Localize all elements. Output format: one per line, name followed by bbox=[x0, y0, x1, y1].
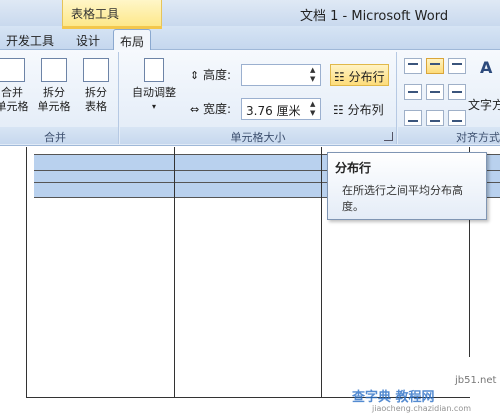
tooltip-body: 在所选行之间平均分布高度。 bbox=[342, 184, 463, 213]
autofit-dropdown-icon: ▾ bbox=[151, 102, 156, 111]
row-height-row: ⇕ 高度: bbox=[190, 66, 231, 88]
split-cells-label-2: 单元格 bbox=[37, 100, 71, 113]
merge-cells-button[interactable]: 合并 单元格 bbox=[0, 58, 32, 124]
watermark-corner: jb51.net bbox=[455, 375, 497, 386]
merge-cells-label-1: 合并 bbox=[1, 86, 23, 99]
distribute-rows-tooltip: 分布行 在所选行之间平均分布高度。 bbox=[327, 152, 487, 220]
merge-cells-icon bbox=[0, 58, 25, 82]
tab-layout[interactable]: 布局 bbox=[113, 29, 152, 51]
distribute-columns-button[interactable]: ☷ 分布列 bbox=[330, 98, 387, 120]
row-height-icon: ⇕ bbox=[190, 69, 200, 82]
watermark-url: jiaocheng.chazidian.com bbox=[372, 404, 472, 413]
align-middle-center-icon[interactable] bbox=[426, 84, 444, 100]
distribute-columns-icon: ☷ bbox=[333, 103, 344, 117]
merge-cells-label-2: 单元格 bbox=[0, 100, 29, 113]
ribbon-tabs: 开发工具 设计 布局 bbox=[0, 26, 500, 51]
autofit-label: 自动调整 bbox=[132, 86, 176, 99]
autofit-button[interactable]: 自动调整 ▾ bbox=[124, 58, 184, 124]
table-column-border bbox=[26, 147, 27, 397]
align-top-center-icon[interactable] bbox=[426, 58, 444, 74]
align-bottom-left-icon[interactable] bbox=[404, 110, 422, 126]
cell-size-group-label: 单元格大小 bbox=[120, 127, 396, 144]
align-top-left-icon[interactable] bbox=[404, 58, 422, 74]
merge-group: 合并 单元格 拆分 单元格 拆分 表格 合并 bbox=[0, 52, 119, 144]
align-middle-left-icon[interactable] bbox=[404, 84, 422, 100]
tooltip-title: 分布行 bbox=[335, 161, 372, 175]
split-cells-label-1: 拆分 bbox=[43, 86, 65, 99]
height-label: 高度: bbox=[203, 68, 232, 82]
text-direction-icon[interactable]: A bbox=[480, 58, 492, 77]
merge-group-label: 合并 bbox=[0, 127, 118, 144]
split-cells-icon bbox=[41, 58, 67, 82]
distribute-rows-icon: ☷ bbox=[334, 70, 345, 84]
width-label: 宽度: bbox=[203, 102, 232, 116]
align-middle-right-icon[interactable] bbox=[448, 84, 466, 100]
split-table-icon bbox=[83, 58, 109, 82]
ribbon: 合并 单元格 拆分 单元格 拆分 表格 合并 自动调整 ▾ ⇕ 高度: ▲▼ bbox=[0, 50, 500, 146]
column-width-icon: ⇔ bbox=[190, 103, 200, 116]
distribute-columns-label: 分布列 bbox=[347, 103, 384, 117]
cell-size-group: 自动调整 ▾ ⇕ 高度: ▲ ▼ ⇔ 宽度: 3.76 厘米 ▲ ▼ ☷ 分布行 ☷… bbox=[120, 52, 397, 144]
tab-developer[interactable]: 开发工具 bbox=[0, 29, 60, 50]
width-spinner-icon[interactable]: ▲ ▼ bbox=[310, 100, 318, 118]
align-bottom-center-icon[interactable] bbox=[426, 110, 444, 126]
distribute-rows-button[interactable]: ☷ 分布行 bbox=[330, 64, 389, 86]
table-column-border bbox=[174, 147, 175, 397]
split-table-label-1: 拆分 bbox=[85, 86, 107, 99]
split-table-label-2: 表格 bbox=[85, 100, 107, 113]
height-input[interactable]: ▲ ▼ bbox=[241, 64, 321, 86]
column-width-row: ⇔ 宽度: bbox=[190, 100, 231, 122]
alignment-group: A 文字方 对齐方式 bbox=[398, 52, 500, 144]
autofit-icon bbox=[144, 58, 164, 82]
window-title: 文档 1 - Microsoft Word bbox=[300, 9, 449, 24]
tab-design[interactable]: 设计 bbox=[70, 29, 106, 50]
split-table-button[interactable]: 拆分 表格 bbox=[76, 58, 116, 124]
split-cells-button[interactable]: 拆分 单元格 bbox=[34, 58, 74, 124]
alignment-group-label: 对齐方式 bbox=[398, 127, 500, 144]
title-bar: 表格工具 文档 1 - Microsoft Word bbox=[0, 0, 500, 26]
height-spinner-icon[interactable]: ▲ ▼ bbox=[310, 66, 318, 84]
table-column-border bbox=[321, 147, 322, 397]
watermark-title: 查字典 教程网 bbox=[352, 390, 435, 405]
table-tools-context-label: 表格工具 bbox=[62, 0, 162, 26]
align-top-right-icon[interactable] bbox=[448, 58, 466, 74]
align-bottom-right-icon[interactable] bbox=[448, 110, 466, 126]
context-tab-accent bbox=[62, 26, 162, 29]
width-value: 3.76 厘米 bbox=[246, 104, 301, 118]
text-direction-label[interactable]: 文字方 bbox=[468, 96, 500, 113]
width-input[interactable]: 3.76 厘米 ▲ ▼ bbox=[241, 98, 321, 120]
table-tools-label: 表格工具 bbox=[71, 7, 120, 21]
distribute-rows-label: 分布行 bbox=[348, 70, 385, 84]
cell-size-dialog-launcher-icon[interactable]: x bbox=[384, 132, 393, 141]
